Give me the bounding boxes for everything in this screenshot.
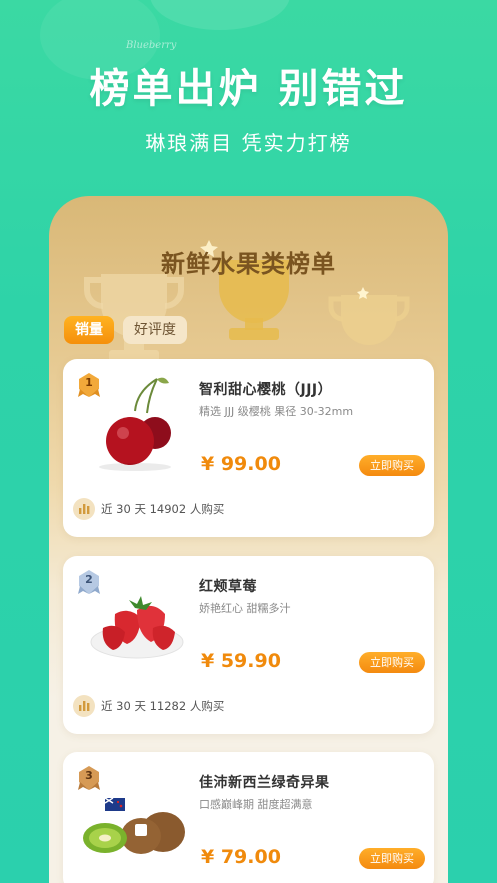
sales-count: 近 30 天 14902 人购买 — [101, 502, 225, 516]
ranking-tabs: 销量 好评度 — [64, 316, 187, 344]
tab-rating[interactable]: 好评度 — [123, 316, 187, 344]
tab-sales[interactable]: 销量 — [64, 316, 114, 344]
hero-subtitle: 琳琅满目 凭实力打榜 — [145, 131, 352, 155]
product-description: 娇艳红心 甜糯多汁 — [199, 602, 291, 615]
sales-stats: 近 30 天 14902 人购买 — [73, 498, 224, 520]
product-price: ¥ 79.00 — [201, 846, 281, 868]
hero-decoration-script: Blueberry — [126, 40, 177, 51]
background-blob — [150, 0, 290, 30]
buy-now-button[interactable]: 立即购买 — [359, 652, 425, 673]
rank-badge: 2 — [77, 568, 101, 596]
product-price: ¥ 59.90 — [201, 650, 281, 672]
product-card[interactable]: 2 红颊草莓 娇艳红心 甜糯多汁 ¥ 59.90 立即购买 近 30 天 112… — [63, 556, 434, 734]
product-description: 精选 JJJ 级樱桃 果径 30-32mm — [199, 405, 354, 418]
product-price: ¥ 99.00 — [201, 453, 281, 475]
rank-badge: 3 — [77, 764, 101, 792]
bar-chart-icon — [73, 498, 95, 520]
panel-title: 新鲜水果类榜单 — [161, 250, 336, 278]
buy-now-button[interactable]: 立即购买 — [359, 848, 425, 869]
rank-number: 1 — [85, 376, 93, 389]
rank-number: 2 — [85, 573, 93, 586]
product-card[interactable]: 3 佳沛新西兰绿奇异果 口感巅峰期 甜度超满意 ¥ 79.00 立即购买 — [63, 752, 434, 883]
sales-stats: 近 30 天 11282 人购买 — [73, 695, 224, 717]
product-card[interactable]: 1 智利甜心樱桃（JJJ） 精选 JJJ 级樱桃 果径 30-32mm ¥ 99… — [63, 359, 434, 537]
product-name[interactable]: 佳沛新西兰绿奇异果 — [199, 772, 330, 792]
product-name[interactable]: 红颊草莓 — [199, 576, 257, 596]
product-description: 口感巅峰期 甜度超满意 — [199, 798, 313, 811]
buy-now-button[interactable]: 立即购买 — [359, 455, 425, 476]
product-name[interactable]: 智利甜心樱桃（JJJ） — [199, 379, 332, 399]
trophy-icon — [328, 287, 410, 345]
rank-number: 3 — [85, 769, 93, 782]
rank-badge: 1 — [77, 371, 101, 399]
bar-chart-icon — [73, 695, 95, 717]
hero-title: 榜单出炉 别错过 — [89, 66, 408, 112]
sales-count: 近 30 天 11282 人购买 — [101, 699, 225, 713]
